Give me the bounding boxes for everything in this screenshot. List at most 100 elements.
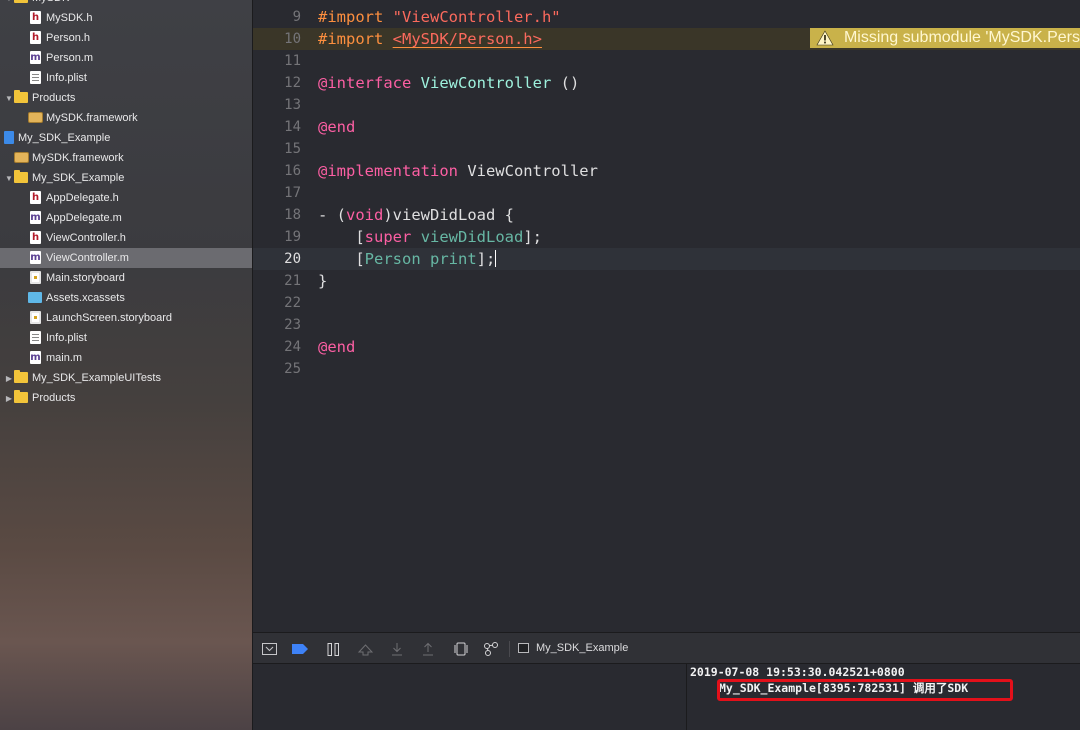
code-line[interactable]: 17 bbox=[253, 182, 1080, 204]
navigator-item[interactable]: Main.storyboard bbox=[0, 268, 252, 288]
code-text: } bbox=[318, 270, 327, 292]
disclosure-collapsed-icon[interactable]: ▶ bbox=[4, 373, 14, 383]
objc-file-icon: m bbox=[30, 351, 41, 364]
line-number: 13 bbox=[284, 97, 301, 113]
navigator-item[interactable]: LaunchScreen.storyboard bbox=[0, 308, 252, 328]
navigator-item[interactable]: MySDK.framework bbox=[0, 108, 252, 128]
code-line[interactable]: 25 bbox=[253, 358, 1080, 380]
hide-debug-area-icon[interactable] bbox=[261, 641, 277, 657]
step-over-icon[interactable] bbox=[357, 641, 373, 657]
code-text: - (void)viewDidLoad { bbox=[318, 204, 514, 226]
folder-icon bbox=[14, 370, 28, 383]
code-text: [Person print]; bbox=[318, 248, 497, 270]
code-line[interactable]: 11 bbox=[253, 50, 1080, 72]
code-text: @end bbox=[318, 336, 355, 358]
navigator-item[interactable]: h Person.h bbox=[0, 28, 252, 48]
navigator-item-label: MySDK.framework bbox=[46, 112, 138, 124]
line-number: 11 bbox=[284, 53, 301, 69]
navigator-item-label: MySDK.h bbox=[46, 12, 93, 24]
code-token: void bbox=[346, 206, 384, 224]
text-caret bbox=[495, 250, 497, 267]
project-navigator: ▼ MySDK h MySDK.h h Person.h m Person.m Info.pli… bbox=[0, 0, 252, 730]
warning-message: Missing submodule 'MySDK.Pers bbox=[843, 29, 1080, 46]
code-text: #import "ViewController.h" bbox=[318, 6, 561, 28]
view-hierarchy-icon[interactable] bbox=[453, 641, 469, 657]
navigator-item[interactable]: My_SDK_Example bbox=[0, 128, 252, 148]
code-token: ]; bbox=[523, 228, 543, 246]
warning-badge[interactable]: Missing submodule 'MySDK.Pers bbox=[810, 28, 1080, 48]
step-out-icon[interactable] bbox=[420, 641, 436, 657]
navigator-item-label: AppDelegate.h bbox=[46, 192, 119, 204]
navigator-item[interactable]: ▼ Products bbox=[0, 88, 252, 108]
navigator-item-label: My_SDK_Example bbox=[32, 172, 125, 184]
code-line[interactable]: 20 [Person print]; bbox=[253, 248, 1080, 270]
code-line[interactable]: 15 bbox=[253, 138, 1080, 160]
source-editor[interactable]: 9 #import "ViewController.h" 10 #import <My… bbox=[253, 0, 1080, 632]
line-number: 22 bbox=[284, 295, 301, 311]
navigator-item[interactable]: h ViewController.h bbox=[0, 228, 252, 248]
navigator-item-label: AppDelegate.m bbox=[46, 212, 122, 224]
xcode-window: ▼ MySDK h MySDK.h h Person.h m Person.m Info.pli… bbox=[0, 0, 1080, 730]
red-highlight-annotation bbox=[717, 679, 1013, 701]
line-number: 14 bbox=[284, 119, 301, 135]
code-line[interactable]: 16 @implementation ViewController bbox=[253, 160, 1080, 182]
code-line[interactable]: 13 bbox=[253, 94, 1080, 116]
code-token: ViewController bbox=[420, 74, 552, 92]
disclosure-collapsed-icon[interactable]: ▶ bbox=[4, 393, 14, 403]
navigator-item[interactable]: ▼ My_SDK_Example bbox=[0, 168, 252, 188]
code-line[interactable]: 23 bbox=[253, 314, 1080, 336]
navigator-item[interactable]: h MySDK.h bbox=[0, 8, 252, 28]
code-line[interactable]: 24 @end bbox=[253, 336, 1080, 358]
code-line[interactable]: 21} bbox=[253, 270, 1080, 292]
navigator-item[interactable]: h AppDelegate.h bbox=[0, 188, 252, 208]
pause-icon[interactable] bbox=[325, 641, 341, 657]
disclosure-expanded-icon[interactable]: ▼ bbox=[4, 93, 14, 103]
code-line[interactable]: 12 @interface ViewController () bbox=[253, 72, 1080, 94]
app-target-icon bbox=[518, 643, 529, 653]
navigator-item[interactable]: m AppDelegate.m bbox=[0, 208, 252, 228]
navigator-item[interactable]: Info.plist bbox=[0, 68, 252, 88]
navigator-item-label: LaunchScreen.storyboard bbox=[46, 312, 172, 324]
code-line[interactable]: 14 @end bbox=[253, 116, 1080, 138]
code-line[interactable]: 9 #import "ViewController.h" bbox=[253, 6, 1080, 28]
framework-icon bbox=[28, 112, 43, 123]
code-token: @implementation bbox=[318, 162, 468, 180]
navigator-item-label: ViewController.h bbox=[46, 232, 126, 244]
navigator-item-label: My_SDK_Example bbox=[18, 132, 111, 144]
debug-scheme-label[interactable]: My_SDK_Example bbox=[536, 642, 628, 654]
code-token: #import bbox=[318, 30, 393, 48]
navigator-item[interactable]: ▶ Products bbox=[0, 388, 252, 408]
navigator-item[interactable]: MySDK.framework bbox=[0, 148, 252, 168]
line-number: 19 bbox=[284, 229, 301, 245]
breakpoints-toggle-icon[interactable] bbox=[292, 641, 308, 657]
navigator-item[interactable]: ▶ My_SDK_ExampleUITests bbox=[0, 368, 252, 388]
disclosure-expanded-icon[interactable]: ▼ bbox=[4, 0, 14, 3]
code-token: )viewDidLoad { bbox=[383, 206, 514, 224]
navigator-item[interactable]: Info.plist bbox=[0, 328, 252, 348]
code-line[interactable]: 22 bbox=[253, 292, 1080, 314]
plist-file-icon bbox=[30, 71, 41, 84]
navigator-item[interactable]: m Person.m bbox=[0, 48, 252, 68]
navigator-item-label: Assets.xcassets bbox=[46, 292, 125, 304]
code-line[interactable]: 19 [super viewDidLoad]; bbox=[253, 226, 1080, 248]
navigator-item-label: My_SDK_ExampleUITests bbox=[32, 372, 161, 384]
plist-file-icon bbox=[30, 331, 41, 344]
navigator-item-label: MySDK.framework bbox=[32, 152, 124, 164]
step-into-icon[interactable] bbox=[389, 641, 405, 657]
code-token: @end bbox=[318, 118, 356, 136]
disclosure-expanded-icon[interactable]: ▼ bbox=[4, 173, 14, 183]
variables-view[interactable] bbox=[253, 664, 687, 730]
code-token: #import bbox=[318, 8, 393, 26]
navigator-item[interactable]: m ViewController.m bbox=[0, 248, 252, 268]
navigator-item[interactable]: Assets.xcassets bbox=[0, 288, 252, 308]
navigator-item[interactable]: m main.m bbox=[0, 348, 252, 368]
memory-graph-icon[interactable] bbox=[483, 641, 499, 657]
header-file-icon: h bbox=[30, 11, 41, 24]
console-output[interactable]: 2019-07-08 19:53:30.042521+0800 My_SDK_E… bbox=[688, 664, 1080, 730]
line-number: 15 bbox=[284, 141, 301, 157]
storyboard-icon bbox=[30, 271, 41, 284]
navigator-item[interactable]: ▼ MySDK bbox=[0, 0, 252, 8]
code-line[interactable]: 18 - (void)viewDidLoad { bbox=[253, 204, 1080, 226]
